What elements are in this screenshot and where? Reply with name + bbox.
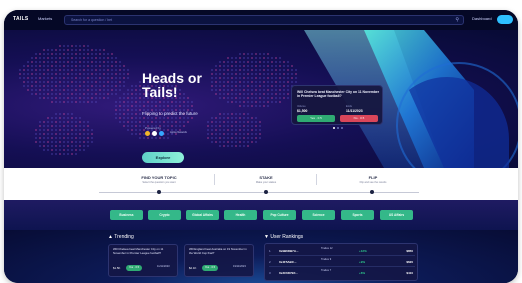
- partner-logos: [145, 131, 164, 136]
- trending-title: Trending: [114, 234, 134, 240]
- yes-button[interactable]: Yes · 0.5: [126, 265, 142, 271]
- step-description: Make your stakes: [255, 181, 277, 184]
- aptos-icon: [152, 131, 157, 136]
- logo[interactable]: TAILS: [13, 16, 29, 22]
- ranking-row[interactable]: 3 0x3C6D7EF... Trades 7 +6% $410: [269, 268, 415, 278]
- trending-volume: $1.5K: [113, 266, 121, 270]
- category-pop-culture[interactable]: Pop Culture: [263, 210, 296, 220]
- trending-question: Will England beat Australia on 19 Novemb…: [189, 247, 247, 255]
- category-sports[interactable]: Sports: [341, 210, 374, 220]
- step-description: Select the question you want: [142, 181, 176, 184]
- ranking-row[interactable]: 2 0x4F5ABC... Trades 9 +9% $620: [269, 257, 415, 267]
- nav-markets-link[interactable]: Markets: [38, 16, 52, 21]
- step-title: STAKE: [259, 175, 273, 180]
- category-science[interactable]: Science: [302, 210, 335, 220]
- rank-number: 1: [269, 249, 271, 253]
- category-bar: Business Crypto Global Affairs Health Po…: [4, 200, 518, 230]
- trending-heading: ▲ Trending: [108, 234, 134, 240]
- rank-stat: Trades 9: [321, 258, 332, 261]
- trending-date: 19/11/2023: [233, 265, 246, 268]
- category-health[interactable]: Health: [224, 210, 257, 220]
- rank-stat: Trades 12: [321, 247, 333, 250]
- rank-number: 3: [269, 271, 271, 275]
- app-window: TAILS Markets Search for a question / be…: [4, 10, 518, 283]
- rank-amount: $620: [406, 260, 413, 264]
- network-icon: [159, 131, 164, 136]
- featured-date-label: Ends: [346, 105, 352, 108]
- rank-user: 0x3C6D7EF...: [279, 271, 298, 275]
- step-find-topic: FIND YOUR TOPIC Select the question you …: [104, 175, 214, 184]
- no-button[interactable]: No · 0.5: [340, 115, 378, 122]
- rank-user: 0x4F5ABC...: [279, 260, 297, 264]
- progress-dot: [264, 190, 268, 194]
- category-global-affairs[interactable]: Global Affairs: [186, 210, 219, 220]
- rank-amount: $850: [406, 249, 413, 253]
- step-stake: STAKE Make your stakes: [216, 175, 316, 184]
- rank-stat: Trades 7: [321, 269, 332, 272]
- rank-change: +9%: [359, 260, 366, 264]
- light-beam-graphic: [304, 30, 518, 168]
- carousel-dot[interactable]: [333, 127, 335, 129]
- explore-button[interactable]: Explore: [142, 152, 184, 163]
- rank-number: 2: [269, 260, 271, 264]
- rankings-heading: ▼ User Rankings: [264, 234, 303, 240]
- hero-subtitle: Flipping to predict the future: [142, 111, 198, 116]
- rank-amount: $410: [406, 271, 413, 275]
- category-business[interactable]: Business: [110, 210, 143, 220]
- trending-date: 11/11/2023: [157, 265, 170, 268]
- trending-card[interactable]: Will Chelsea beat Manchester City on 11 …: [108, 244, 178, 277]
- search-icon[interactable]: ⚲: [455, 17, 459, 23]
- search-input[interactable]: Search for a question / bet ⚲: [64, 15, 464, 25]
- step-flip: FLIP Flip and see the results: [318, 175, 428, 184]
- yes-button[interactable]: Yes · 0.5: [202, 265, 218, 271]
- connect-wallet-button[interactable]: [497, 15, 513, 24]
- carousel-dot[interactable]: [337, 127, 339, 129]
- hero-section: Heads or Tails! Flipping to predict the …: [4, 30, 518, 168]
- progress-dot: [157, 190, 161, 194]
- category-us-affairs[interactable]: US Affairs: [380, 210, 413, 220]
- progress-dot: [370, 190, 374, 194]
- hero-title: Heads or Tails!: [142, 70, 202, 100]
- rank-change: +12%: [359, 249, 367, 253]
- step-description: Flip and see the results: [359, 181, 387, 184]
- featured-question: Will Chelsea beat Manchester City on 11 …: [297, 90, 380, 99]
- featured-date: 11/11/2023: [346, 109, 363, 113]
- top-navigation: TAILS Markets Search for a question / be…: [4, 10, 518, 30]
- coin-icon: [145, 131, 150, 136]
- divider: [214, 174, 215, 185]
- trending-volume: $2.1K: [189, 266, 197, 270]
- rank-user: 0x9B6DB7A...: [279, 249, 299, 253]
- nav-dashboard-link[interactable]: Dashboard: [472, 16, 492, 21]
- powered-by-label: Powered by: [145, 126, 161, 130]
- rankings-title: User Rankings: [270, 234, 304, 240]
- how-it-works-steps: FIND YOUR TOPIC Select the question you …: [4, 168, 518, 200]
- yes-button[interactable]: Yes · 0.5: [297, 115, 335, 122]
- step-title: FLIP: [368, 175, 378, 180]
- featured-volume: $1,500: [297, 109, 308, 113]
- rank-change: +6%: [359, 271, 366, 275]
- partner-name: Aptos Network: [170, 131, 187, 134]
- featured-volume-label: Volume: [297, 105, 306, 108]
- divider: [316, 174, 317, 185]
- search-placeholder: Search for a question / bet: [71, 18, 113, 22]
- carousel-dot[interactable]: [341, 127, 343, 129]
- step-title: FIND YOUR TOPIC: [141, 175, 177, 180]
- ranking-row[interactable]: 1 0x9B6DB7A... Trades 12 +12% $850: [269, 246, 415, 256]
- featured-market-card[interactable]: Will Chelsea beat Manchester City on 11 …: [291, 85, 383, 125]
- carousel-dots[interactable]: [333, 127, 343, 129]
- trending-question: Will Chelsea beat Manchester City on 11 …: [113, 247, 164, 255]
- rankings-table: 1 0x9B6DB7A... Trades 12 +12% $850 2 0x4…: [264, 243, 418, 281]
- trending-card[interactable]: Will England beat Australia on 19 Novemb…: [184, 244, 254, 277]
- lower-section: ▲ Trending ▼ User Rankings Will Chelsea …: [4, 230, 518, 283]
- category-crypto[interactable]: Crypto: [148, 210, 181, 220]
